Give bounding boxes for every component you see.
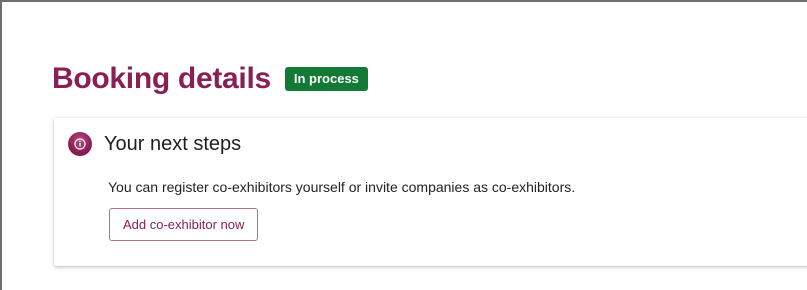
page-header: Booking details In process <box>52 64 368 94</box>
next-steps-card: Your next steps You can register co-exhi… <box>54 118 807 266</box>
page-frame: Booking details In process Your next ste… <box>0 0 807 290</box>
next-steps-title: Your next steps <box>104 133 242 155</box>
info-icon <box>68 132 92 156</box>
next-steps-description: You can register co-exhibitors yourself … <box>108 179 576 195</box>
page-title: Booking details <box>52 62 271 95</box>
add-co-exhibitor-button[interactable]: Add co-exhibitor now <box>109 208 259 241</box>
next-steps-header: Your next steps <box>68 132 241 156</box>
status-badge: In process <box>284 67 368 91</box>
